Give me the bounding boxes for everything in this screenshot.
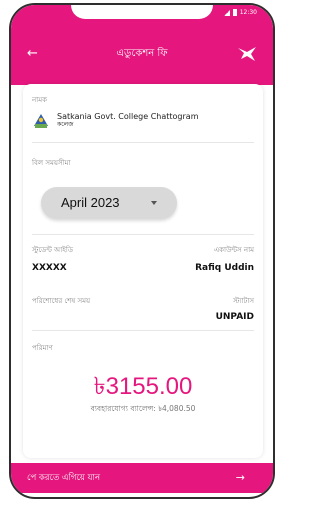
institution-label: নামক [32, 96, 47, 104]
status-time: 12:30 [239, 9, 257, 16]
page-title: এডুকেশন ফি [116, 48, 168, 59]
institution-type: কলেজ [57, 121, 74, 128]
signal-icon [223, 9, 230, 16]
amount-value: ৳3155.00 [93, 373, 193, 400]
account-name-label: একাউন্টস নাম [213, 246, 254, 254]
institution-name: Satkania Govt. College Chattogram [57, 112, 199, 121]
status-label: স্ট্যাটাস [233, 297, 254, 305]
institution-row: Satkania Govt. College Chattogram কলেজ [32, 108, 254, 132]
status-bar: 12:30 [223, 9, 257, 16]
month-value: April 2023 [61, 195, 120, 210]
arrow-right-icon: → [235, 471, 245, 484]
bird-logo-icon [238, 47, 256, 61]
divider [32, 234, 254, 235]
proceed-to-pay-button[interactable]: পে করতে এগিয়ে যান → [11, 463, 273, 493]
student-id-label: স্টুডেন্ট আইডি [32, 246, 74, 254]
battery-icon [232, 9, 237, 16]
divider [32, 330, 254, 331]
month-label: বিল সময়সীমা [32, 159, 71, 167]
payment-card: নামক Satkania Govt. College Chattogram ক… [23, 84, 263, 458]
app-bar: ← এডুকেশন ফি [11, 43, 273, 65]
college-crest-icon [34, 114, 48, 128]
account-name-value: Rafiq Uddin [195, 263, 254, 273]
phone-frame: 12:30 ← এডুকেশন ফি নামক Satkania Govt. C… [9, 3, 275, 499]
proceed-label: পে করতে এগিয়ে যান [27, 473, 101, 483]
available-balance: ব্যবহারযোগ্য ব্যালেন্স: ৳4,080.50 [90, 404, 196, 413]
phone-notch [71, 5, 213, 19]
deadline-label: পরিশোধের শেষ সময় [32, 297, 91, 305]
student-id-value: XXXXX [32, 263, 67, 273]
month-dropdown[interactable]: April 2023 [41, 187, 177, 219]
amount-label: পরিমাণ [32, 344, 53, 352]
dropdown-arrow-icon [151, 201, 157, 205]
divider [32, 142, 254, 143]
app-header: 12:30 ← এডুকেশন ফি [11, 5, 273, 85]
status-value: UNPAID [215, 312, 254, 322]
